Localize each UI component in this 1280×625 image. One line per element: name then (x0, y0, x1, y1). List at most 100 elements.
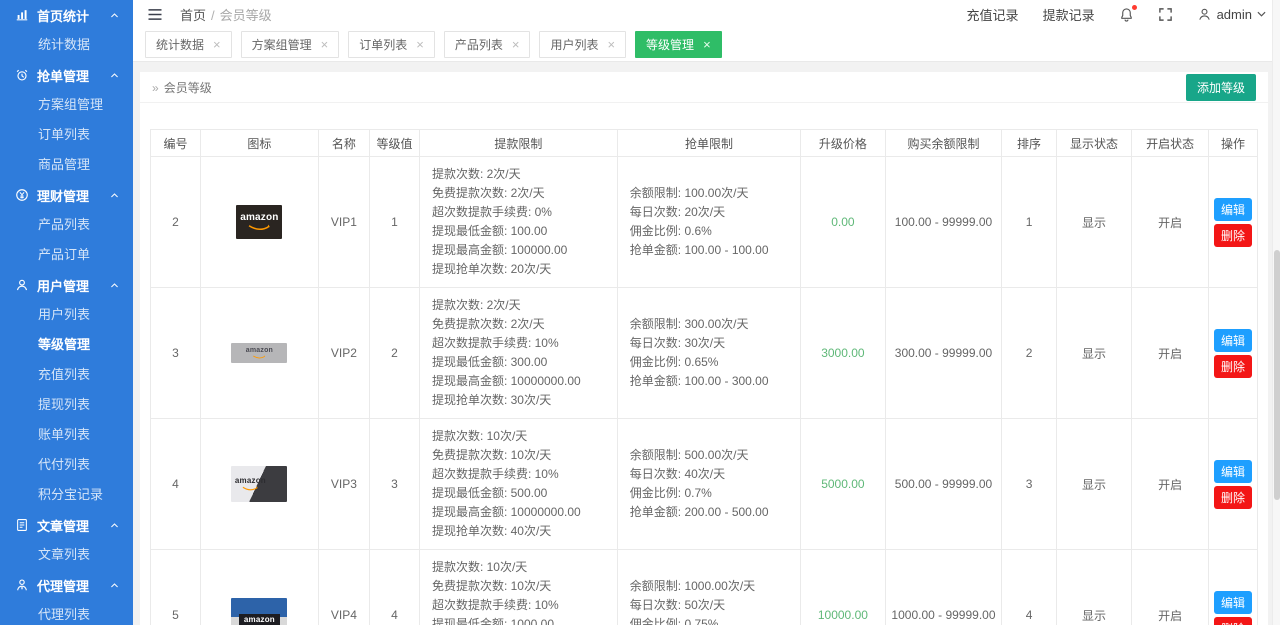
chevron-up-icon (109, 279, 121, 291)
limit-line: 每日次数: 50次/天 (630, 596, 794, 615)
sidebar-item[interactable]: 产品订单 (0, 240, 133, 270)
close-icon[interactable]: × (512, 40, 520, 50)
sidebar-item[interactable]: 统计数据 (0, 30, 133, 60)
limit-line: 提现最高金额: 100000.00 (432, 241, 611, 260)
cell-display-status: 显示 (1056, 419, 1132, 550)
amazon-logo-image: amazon (236, 205, 282, 239)
limit-line: 提现抢单次数: 20次/天 (432, 260, 611, 279)
tab-label: 等级管理 (646, 36, 694, 53)
amazon-smile-icon (251, 354, 267, 359)
table-row: 2amazonVIP11提款次数: 2次/天免费提款次数: 2次/天超次数提款手… (151, 157, 1258, 288)
sidebar-item[interactable]: 积分宝记录 (0, 480, 133, 510)
cell-id: 5 (151, 550, 201, 625)
limit-line: 免费提款次数: 10次/天 (432, 446, 611, 465)
cell-balance-limit: 1000.00 - 99999.00 (885, 550, 1002, 625)
sidebar-group-4[interactable]: 用户管理 (0, 270, 133, 300)
sidebar-item[interactable]: 订单列表 (0, 120, 133, 150)
limit-line: 佣金比例: 0.65% (630, 353, 794, 372)
add-level-button[interactable]: 添加等级 (1186, 74, 1256, 101)
withdraw-records-link[interactable]: 提款记录 (1043, 5, 1095, 24)
cell-actions: 编辑删除 (1209, 157, 1258, 288)
limit-line: 提现最低金额: 500.00 (432, 484, 611, 503)
notification-dot (1132, 5, 1137, 10)
user-menu[interactable]: admin (1197, 7, 1266, 22)
cell-level: 1 (369, 157, 419, 288)
cell-display-status: 显示 (1056, 157, 1132, 288)
sidebar-item[interactable]: 充值列表 (0, 360, 133, 390)
cell-withdraw-limits: 提款次数: 10次/天免费提款次数: 10次/天超次数提款手续费: 10%提现最… (419, 419, 617, 550)
delete-button[interactable]: 删除 (1214, 486, 1252, 509)
title-marker: » (152, 81, 159, 95)
edit-button[interactable]: 编辑 (1214, 591, 1252, 614)
close-icon[interactable]: × (321, 40, 329, 50)
amazon-smile-icon (246, 223, 272, 231)
sidebar-item[interactable]: 代理列表 (0, 600, 133, 625)
sidebar-item[interactable]: 文章列表 (0, 540, 133, 570)
bell-icon[interactable] (1119, 7, 1134, 22)
panel-header: »会员等级 添加等级 (140, 72, 1268, 103)
sidebar-item[interactable]: 用户列表 (0, 300, 133, 330)
edit-button[interactable]: 编辑 (1214, 329, 1252, 352)
limit-line: 超次数提款手续费: 10% (432, 465, 611, 484)
sidebar-item[interactable]: 商品管理 (0, 150, 133, 180)
sidebar-group-label: 文章管理 (37, 516, 109, 535)
tab-item[interactable]: 订单列表× (348, 31, 435, 58)
edit-button[interactable]: 编辑 (1214, 460, 1252, 483)
amazon-logo-image: amazon (231, 598, 287, 625)
content-area: »会员等级 添加等级 编号图标名称等级值提款限制抢单限制升级价格购买余额限制排序… (133, 62, 1280, 625)
tab-item[interactable]: 方案组管理× (241, 31, 340, 58)
recharge-records-link[interactable]: 充值记录 (967, 5, 1019, 24)
limit-line: 提现最低金额: 1000.00 (432, 615, 611, 625)
delete-button[interactable]: 删除 (1214, 224, 1252, 247)
menu-icon[interactable] (147, 7, 164, 21)
tab-bar: 统计数据× 方案组管理× 订单列表× 产品列表× 用户列表× 等级管理 × (133, 28, 1280, 62)
tab-item[interactable]: 用户列表× (539, 31, 626, 58)
tab-active[interactable]: 等级管理 × (635, 31, 722, 58)
column-header: 名称 (318, 130, 369, 157)
app-root: 首页统计统计数据抢单管理方案组管理订单列表商品管理理财管理产品列表产品订单用户管… (0, 0, 1280, 625)
sidebar-group-5[interactable]: 文章管理 (0, 510, 133, 540)
cell-open-status: 开启 (1132, 419, 1209, 550)
vertical-scrollbar[interactable] (1272, 0, 1280, 625)
sidebar-item[interactable]: 提现列表 (0, 390, 133, 420)
cell-icon: amazon (201, 550, 319, 625)
limit-line: 抢单金额: 100.00 - 100.00 (630, 241, 794, 260)
tab-item[interactable]: 产品列表× (444, 31, 531, 58)
sidebar-item[interactable]: 产品列表 (0, 210, 133, 240)
chevron-up-icon (109, 69, 121, 81)
agent-icon (15, 578, 30, 593)
sidebar-item[interactable]: 方案组管理 (0, 90, 133, 120)
cell-display-status: 显示 (1056, 550, 1132, 625)
delete-button[interactable]: 删除 (1214, 617, 1252, 625)
cell-grab-limits: 余额限制: 1000.00次/天每日次数: 50次/天佣金比例: 0.75%抢单… (617, 550, 800, 625)
sidebar-group-1[interactable]: 首页统计 (0, 0, 133, 30)
column-header: 显示状态 (1056, 130, 1132, 157)
column-header: 抢单限制 (617, 130, 800, 157)
article-icon (15, 518, 30, 533)
sidebar-item[interactable]: 代付列表 (0, 450, 133, 480)
amazon-smile-icon (250, 485, 268, 491)
close-icon[interactable]: × (416, 40, 424, 50)
delete-button[interactable]: 删除 (1214, 355, 1252, 378)
close-icon[interactable]: × (607, 40, 615, 50)
breadcrumb-home[interactable]: 首页 (180, 8, 206, 23)
sidebar-item[interactable]: 账单列表 (0, 420, 133, 450)
chevron-up-icon (109, 519, 121, 531)
sidebar-group-3[interactable]: 理财管理 (0, 180, 133, 210)
limit-line: 佣金比例: 0.7% (630, 484, 794, 503)
close-icon[interactable]: × (213, 40, 221, 50)
tab-item[interactable]: 统计数据× (145, 31, 232, 58)
cell-sort: 3 (1002, 419, 1056, 550)
fullscreen-icon[interactable] (1158, 7, 1173, 22)
amazon-logo-text: amazon (235, 477, 266, 485)
column-header: 提款限制 (419, 130, 617, 157)
limit-line: 超次数提款手续费: 0% (432, 203, 611, 222)
sidebar-item[interactable]: 等级管理 (0, 330, 133, 360)
sidebar-group-6[interactable]: 代理管理 (0, 570, 133, 600)
limit-line: 免费提款次数: 2次/天 (432, 315, 611, 334)
scrollbar-thumb[interactable] (1274, 250, 1280, 500)
edit-button[interactable]: 编辑 (1214, 198, 1252, 221)
sidebar-group-2[interactable]: 抢单管理 (0, 60, 133, 90)
header-actions: 充值记录 提款记录 admin (967, 5, 1266, 24)
close-icon[interactable]: × (703, 40, 711, 50)
